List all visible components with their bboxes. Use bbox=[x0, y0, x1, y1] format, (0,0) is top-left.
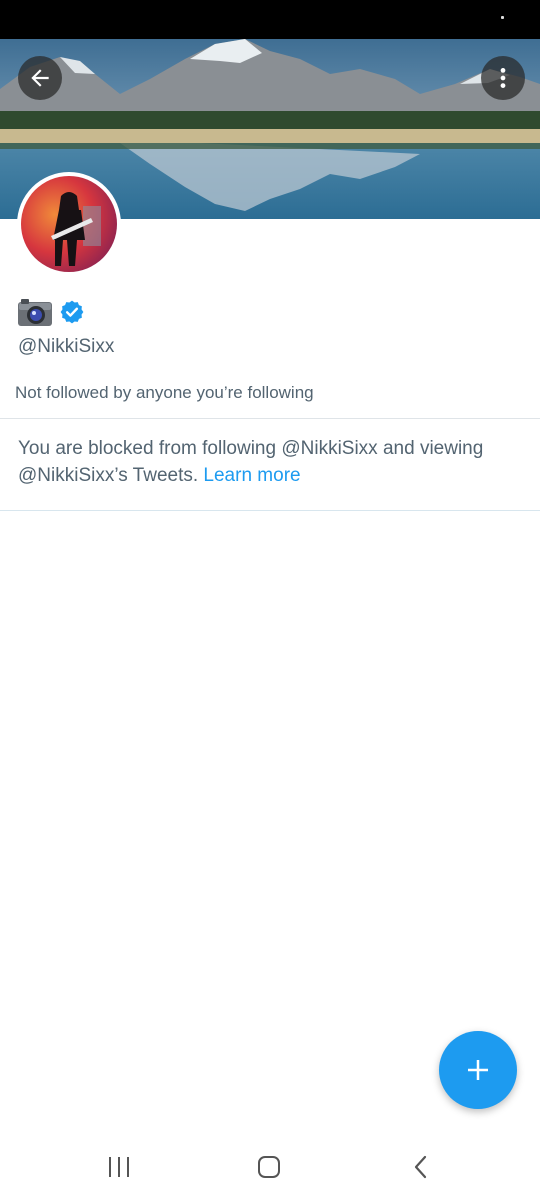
camera-emoji-icon bbox=[18, 299, 52, 326]
blocked-notice: You are blocked from following @NikkiSix… bbox=[18, 435, 523, 489]
divider bbox=[0, 418, 540, 419]
home-icon bbox=[258, 1156, 280, 1178]
back-chevron-icon bbox=[414, 1155, 427, 1179]
more-vertical-icon bbox=[500, 68, 506, 88]
recents-icon bbox=[109, 1157, 129, 1177]
verified-checkmark-icon bbox=[60, 300, 84, 324]
compose-tweet-button[interactable] bbox=[439, 1031, 517, 1109]
learn-more-link[interactable]: Learn more bbox=[203, 465, 300, 486]
back-button[interactable] bbox=[18, 56, 62, 100]
display-name-row bbox=[17, 296, 85, 328]
arrow-left-icon bbox=[31, 69, 49, 87]
recents-button[interactable] bbox=[99, 1152, 139, 1182]
followers-you-know-note: Not followed by anyone you’re following bbox=[15, 383, 314, 402]
avatar[interactable] bbox=[17, 172, 121, 276]
system-navigation-bar bbox=[0, 1134, 540, 1200]
status-indicator bbox=[501, 16, 504, 19]
status-bar bbox=[0, 0, 540, 39]
home-button[interactable] bbox=[249, 1152, 289, 1182]
profile-handle: @NikkiSixx bbox=[18, 336, 115, 357]
more-options-button[interactable] bbox=[481, 56, 525, 100]
divider bbox=[0, 510, 540, 511]
plus-icon bbox=[468, 1060, 488, 1080]
avatar-image bbox=[21, 176, 117, 272]
system-back-button[interactable] bbox=[401, 1152, 441, 1182]
